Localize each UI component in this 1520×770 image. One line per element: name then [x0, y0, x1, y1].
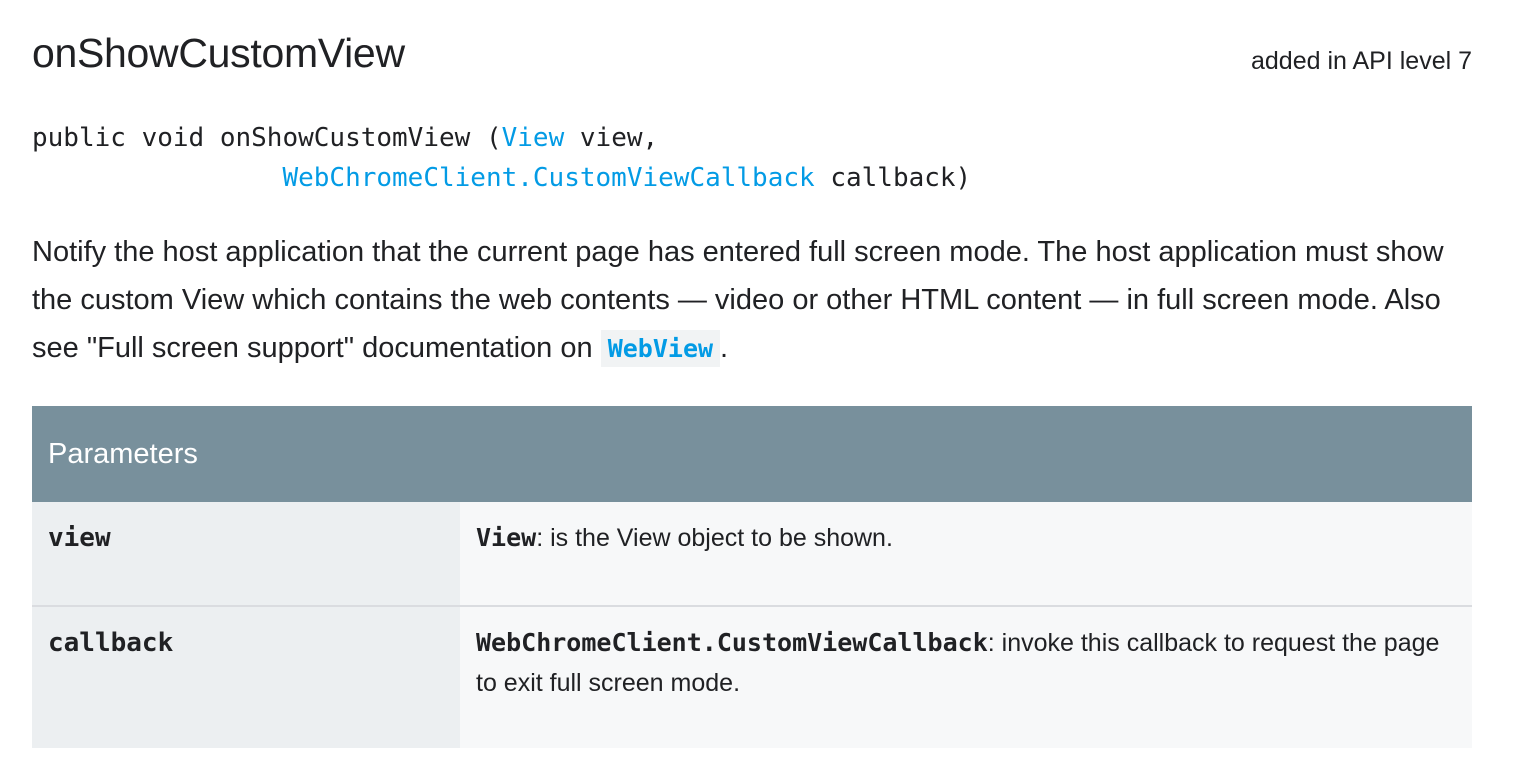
signature-param1-name: view, — [564, 123, 659, 153]
table-row: view View: is the View object to be show… — [32, 502, 1472, 607]
webview-link[interactable]: WebView — [600, 330, 721, 367]
parameters-header: Parameters — [32, 406, 1472, 502]
view-type-link[interactable]: View — [502, 123, 565, 153]
customviewcallback-type-link[interactable]: WebChromeClient.CustomViewCallback — [282, 163, 814, 193]
parameters-table: Parameters view View: is the View object… — [32, 406, 1472, 748]
signature-prefix: public void onShowCustomView ( — [32, 123, 502, 153]
param-name: callback — [32, 606, 460, 748]
param-type: WebChromeClient.CustomViewCallback — [476, 628, 988, 657]
description-text: Notify the host application that the cur… — [32, 236, 1444, 364]
signature-param2-name: callback) — [814, 163, 972, 193]
method-description: Notify the host application that the cur… — [32, 228, 1452, 373]
param-type: View — [476, 523, 537, 552]
param-desc-text: : is the View object to be shown. — [536, 524, 893, 552]
table-row: callback WebChromeClient.CustomViewCallb… — [32, 606, 1472, 748]
param-description: WebChromeClient.CustomViewCallback: invo… — [460, 606, 1472, 748]
method-title: onShowCustomView — [32, 30, 405, 76]
api-level-label: added in API level 7 — [1251, 47, 1472, 75]
param-description: View: is the View object to be shown. — [460, 502, 1472, 607]
method-signature: public void onShowCustomView (View view,… — [32, 118, 971, 198]
signature-indent — [32, 163, 282, 193]
param-name: view — [32, 502, 460, 607]
description-suffix: . — [720, 332, 729, 364]
